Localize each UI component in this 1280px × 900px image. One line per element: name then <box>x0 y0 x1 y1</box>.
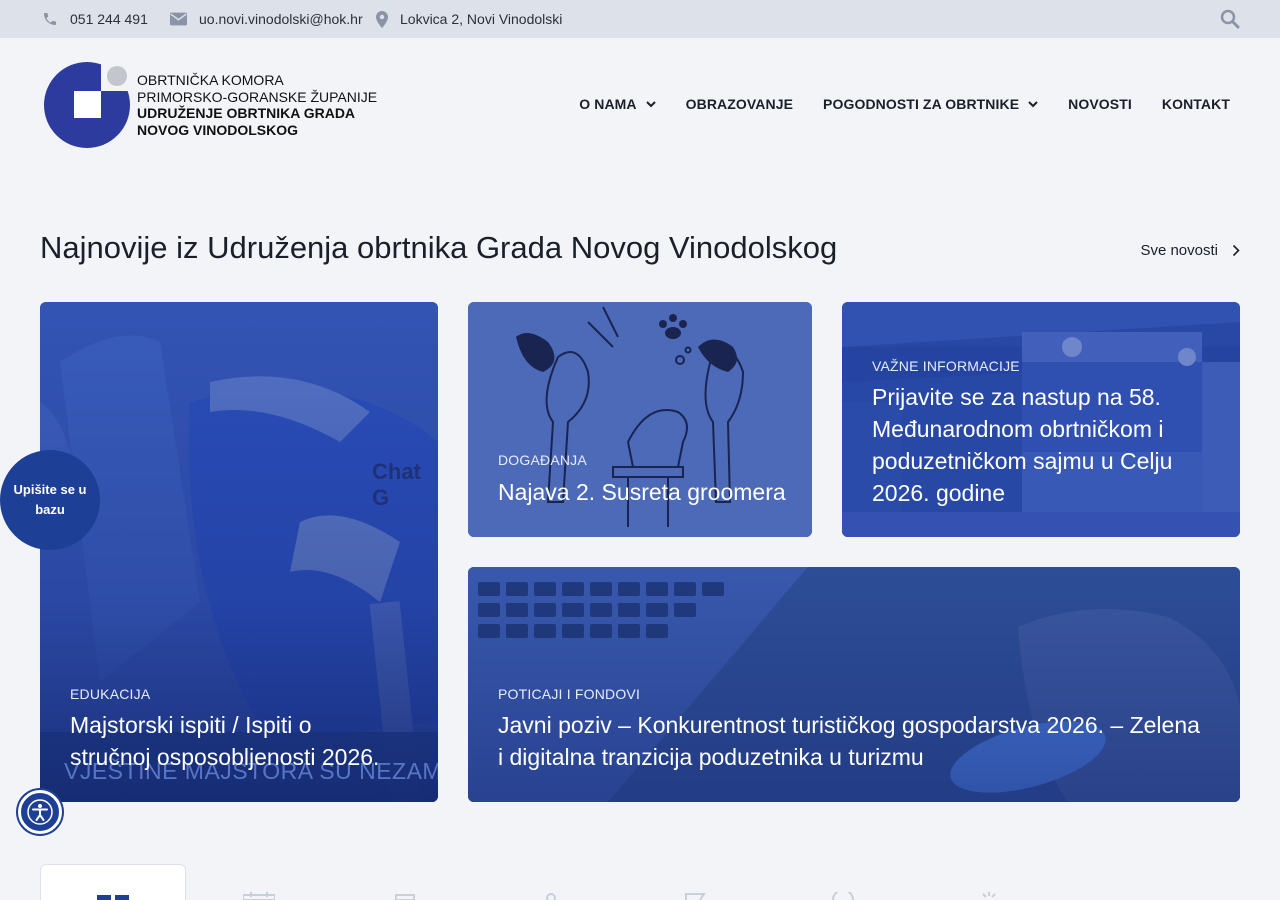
logo-text: OBRTNIČKA KOMORA PRIMORSKO-GORANSKE ŽUPA… <box>137 72 377 138</box>
card-title-line-4: 2026. godine <box>872 480 1006 506</box>
image-text-chat-g: Chat G <box>372 459 421 510</box>
card-title-line-3: poduzetničkom sajmu u Celju <box>872 448 1173 474</box>
nav-label: O NAMA <box>579 96 637 112</box>
email-address: uo.novi.vinodolski@hok.hr <box>199 11 363 27</box>
edit-icon <box>685 893 706 900</box>
chevron-down-icon <box>645 100 656 107</box>
logo-mark <box>44 62 130 148</box>
phone-icon <box>44 13 56 25</box>
card-category: POTICAJI I FONDOVI <box>498 686 641 702</box>
section-title: Najnovije iz Udruženja obrtnika Grada No… <box>40 230 838 265</box>
info-icon <box>832 892 854 900</box>
news-card-vazne-informacije[interactable]: VAŽNE INFORMACIJE Prijavite se za nastup… <box>842 302 1240 537</box>
card-title-line-2: Međunarodnom obrtničkom i <box>872 416 1164 442</box>
card-title-line-1: Majstorski ispiti / Ispiti o <box>70 712 312 738</box>
card-title-line-2: stručnoj osposobljenosti 2026. <box>70 744 380 770</box>
calendar-icon <box>243 892 275 900</box>
news-card-poticaji-i-fondovi[interactable]: POTICAJI I FONDOVI Javni poziv – Konkure… <box>468 567 1240 802</box>
search-icon[interactable] <box>1220 9 1240 29</box>
card-category: DOGAĐANJA <box>498 452 587 468</box>
phone-contact[interactable]: 051 244 491 <box>42 0 148 38</box>
subscribe-label: Upišite se u bazu <box>13 482 87 517</box>
card-title-line-2: i digitalna tranzicija poduzetnika u tur… <box>498 744 924 770</box>
address: Lokvica 2, Novi Vinodolski <box>400 11 563 27</box>
accessibility-button[interactable] <box>18 790 62 834</box>
site-logo[interactable]: OBRTNIČKA KOMORA PRIMORSKO-GORANSKE ŽUPA… <box>44 60 404 150</box>
nav-item-o-nama[interactable]: O NAMA <box>579 96 656 112</box>
top-bar: 051 244 491 uo.novi.vinodolski@hok.hr Lo… <box>0 0 1280 38</box>
all-news-label: Sve novosti <box>1140 242 1218 259</box>
gear-icon <box>982 892 996 898</box>
card-title-line-1: Najava 2. Susreta groomera <box>498 479 786 505</box>
card-category: VAŽNE INFORMACIJE <box>872 358 1020 374</box>
location-pin-icon <box>376 10 388 28</box>
chevron-down-icon <box>1028 100 1038 107</box>
tab-document[interactable] <box>332 864 478 900</box>
tab-all[interactable] <box>40 864 186 900</box>
tab-settings[interactable] <box>916 864 1062 900</box>
all-news-link[interactable]: Sve novosti <box>1140 242 1240 259</box>
nav-label: NOVOSTI <box>1068 96 1132 112</box>
logo-line-2: PRIMORSKO-GORANSKE ŽUPANIJE <box>137 88 378 105</box>
tab-edit[interactable] <box>624 864 770 900</box>
accessibility-icon <box>27 799 53 825</box>
card-title-line-1: Javni poziv – Konkurentnost turističkog … <box>498 712 1200 738</box>
address-contact[interactable]: Lokvica 2, Novi Vinodolski <box>376 0 562 38</box>
email-contact[interactable]: uo.novi.vinodolski@hok.hr <box>170 0 363 38</box>
logo-line-3: UDRUŽENJE OBRTNIKA GRADA <box>137 105 356 121</box>
nav-item-kontakt[interactable]: KONTAKT <box>1162 96 1230 112</box>
tab-user[interactable] <box>478 864 624 900</box>
news-card-dogadanja[interactable]: DOGAĐANJA Najava 2. Susreta groomera <box>468 302 812 537</box>
nav-item-pogodnosti[interactable]: POGODNOSTI ZA OBRTNIKE <box>823 96 1038 112</box>
news-card-edukacija[interactable]: Chat G VJEŠTINE MAJSTORA SU NEZAMJENJIV … <box>40 302 438 802</box>
grid-icon <box>97 895 129 900</box>
chevron-right-icon <box>1232 244 1240 257</box>
nav-label: KONTAKT <box>1161 96 1230 112</box>
nav-item-obrazovanje[interactable]: OBRAZOVANJE <box>686 96 793 112</box>
tab-info[interactable] <box>770 864 916 900</box>
card-category: EDUKACIJA <box>70 686 151 702</box>
nav-item-novosti[interactable]: NOVOSTI <box>1068 96 1132 112</box>
nav-label: POGODNOSTI ZA OBRTNIKE <box>823 96 1020 112</box>
document-icon <box>395 894 415 900</box>
nav-label: OBRAZOVANJE <box>685 96 794 112</box>
user-icon <box>546 893 556 900</box>
logo-line-1: OBRTNIČKA KOMORA <box>137 72 284 88</box>
subscribe-floating-button[interactable]: Upišite se u bazu <box>0 450 100 550</box>
logo-line-4: NOVOG VINODOLSKOG <box>137 121 299 138</box>
main-nav: O NAMA OBRAZOVANJE POGODNOSTI ZA OBRTNIK… <box>549 92 1230 116</box>
envelope-icon <box>170 12 187 26</box>
category-tabs <box>40 864 1240 900</box>
phone-number: 051 244 491 <box>70 11 148 27</box>
tab-calendar[interactable] <box>186 864 332 900</box>
card-title-line-1: Prijavite se za nastup na 58. <box>872 384 1161 410</box>
